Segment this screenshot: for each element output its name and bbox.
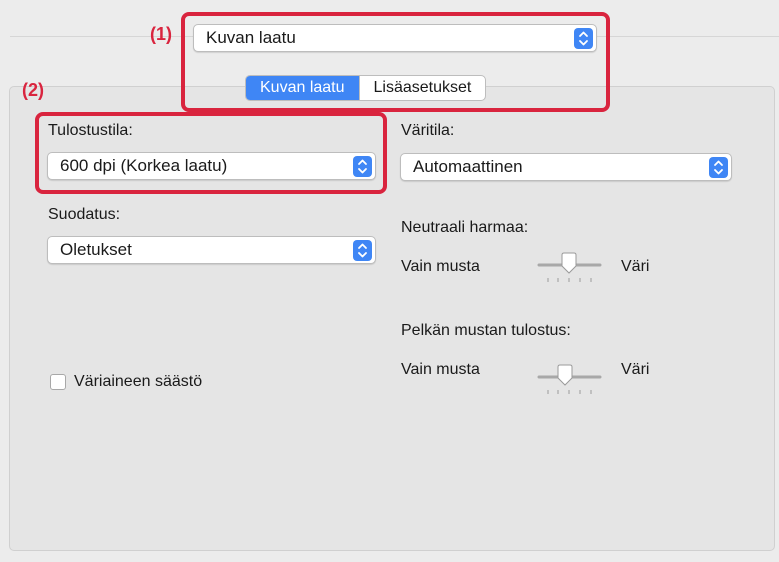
popup-stepper-icon	[353, 240, 372, 261]
neutral-gray-left-label: Vain musta	[401, 258, 480, 275]
filter-value: Oletukset	[60, 240, 132, 259]
neutral-gray-right-label: Väri	[621, 258, 650, 275]
slider-ticks	[547, 278, 592, 282]
black-only-slider[interactable]	[536, 362, 606, 396]
toner-save-checkbox[interactable]	[50, 374, 66, 390]
callout-box-1	[181, 12, 610, 112]
filter-label: Suodatus:	[48, 206, 121, 223]
toner-save-label: Väriaineen säästö	[74, 373, 203, 390]
callout-box-2	[35, 112, 387, 194]
black-only-left-label: Vain musta	[401, 361, 480, 378]
slider-ticks	[547, 390, 592, 394]
neutral-gray-label: Neutraali harmaa:	[401, 219, 529, 236]
callout-label-1: (1)	[150, 24, 172, 44]
black-only-right-label: Väri	[621, 361, 650, 378]
color-mode-popup[interactable]: Automaattinen	[400, 153, 732, 181]
callout-label-2: (2)	[22, 80, 44, 100]
neutral-gray-slider[interactable]	[536, 250, 606, 284]
black-only-label: Pelkän mustan tulostus:	[401, 322, 571, 339]
slider-thumb[interactable]	[561, 252, 577, 274]
slider-thumb[interactable]	[557, 364, 573, 386]
popup-stepper-icon	[709, 157, 728, 178]
color-mode-value: Automaattinen	[413, 157, 523, 176]
filter-popup[interactable]: Oletukset	[47, 236, 376, 264]
color-mode-label: Väritila:	[401, 122, 455, 139]
